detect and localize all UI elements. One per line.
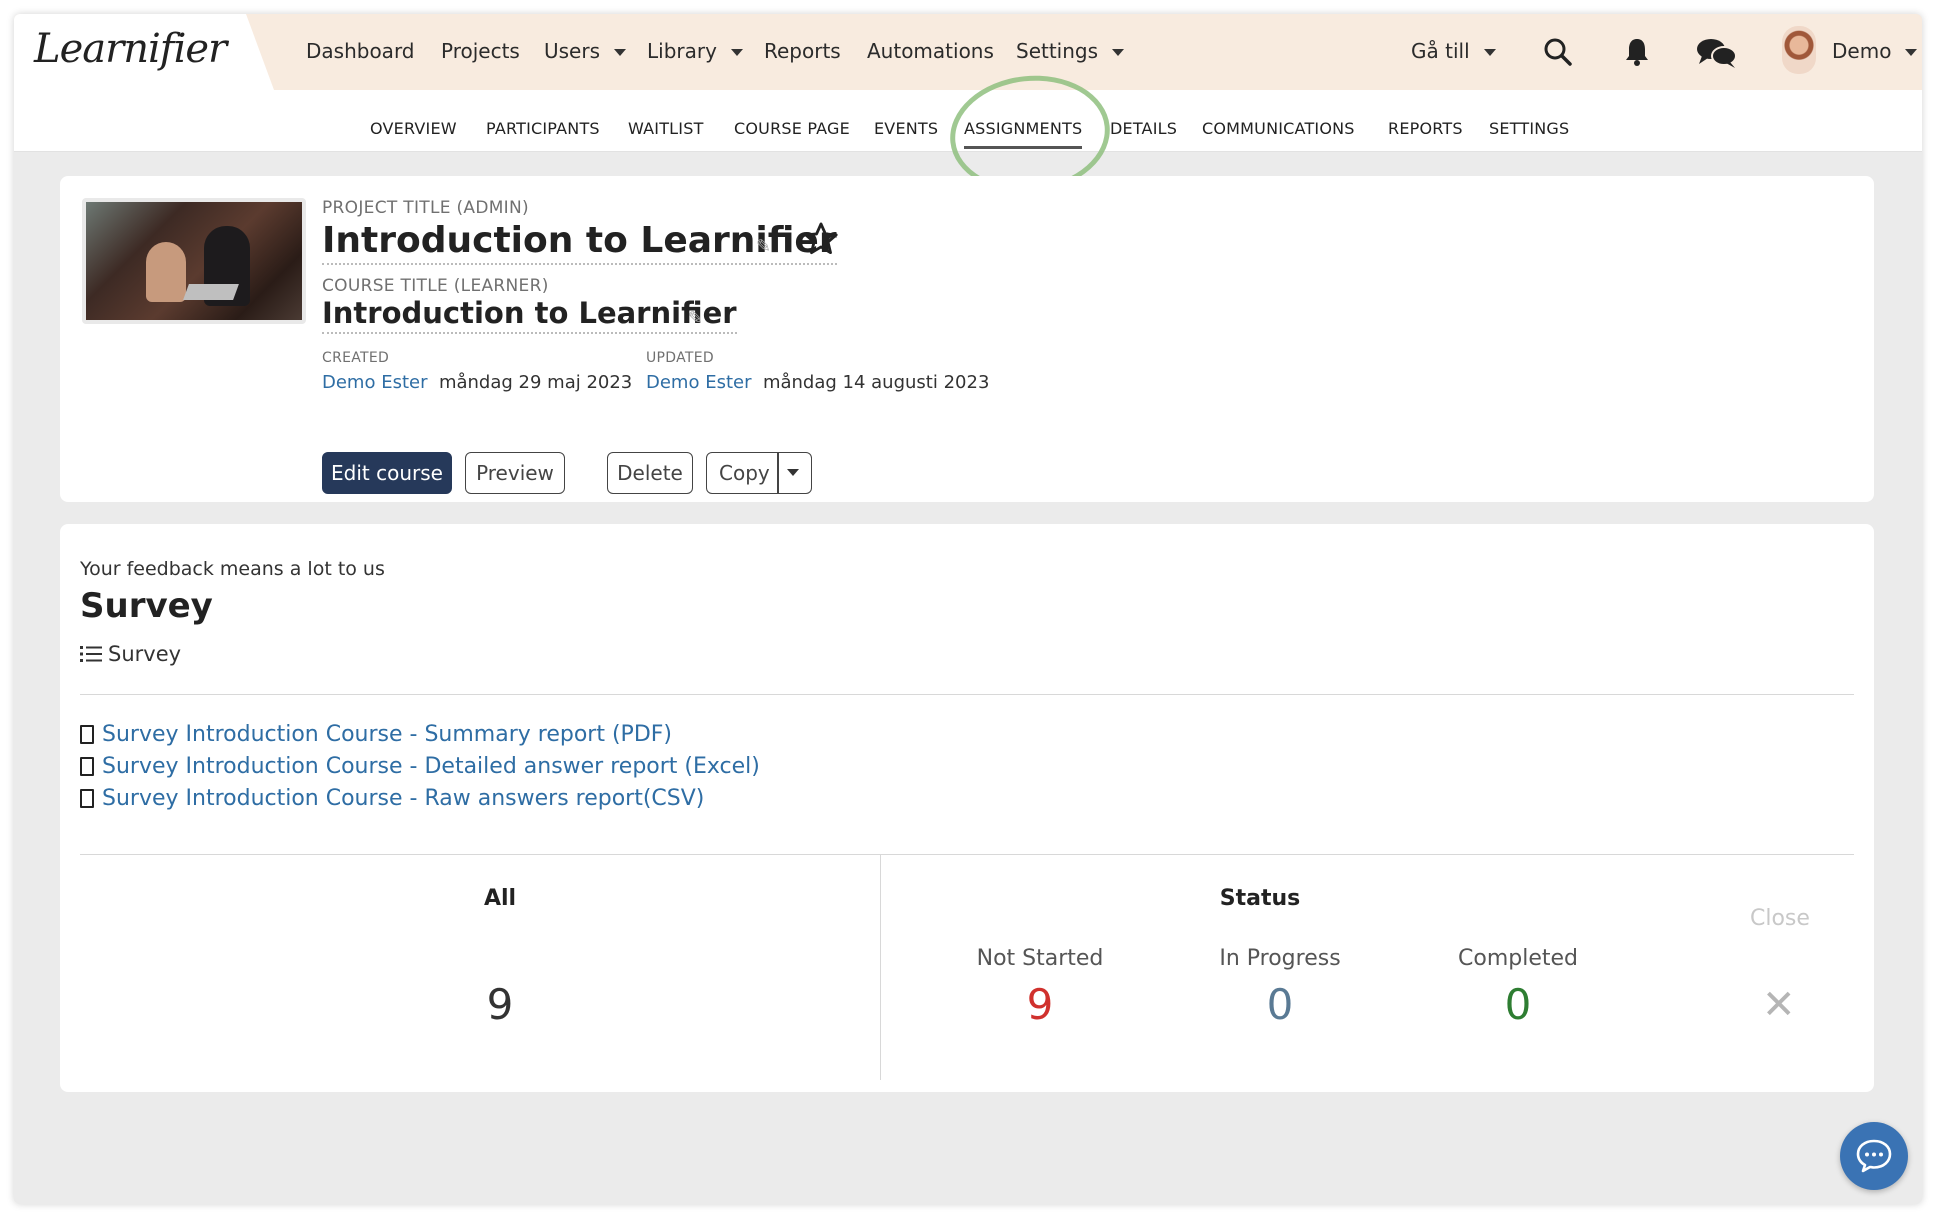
tab-participants[interactable]: PARTICIPANTS [486,119,600,138]
in-progress-count[interactable]: 0 [1220,980,1340,1029]
close-label: Close [1750,906,1810,931]
app-window: Learnifier Dashboard Projects Users Libr… [14,14,1922,1204]
chevron-down-icon [1483,48,1496,56]
created-by-link[interactable]: Demo Ester [322,372,428,393]
list-icon [80,646,102,662]
updated-by-link[interactable]: Demo Ester [646,372,752,393]
tab-details[interactable]: DETAILS [1110,119,1177,138]
nav-projects[interactable]: Projects [441,39,520,63]
nav-settings[interactable]: Settings [1016,39,1125,63]
survey-subtitle: Your feedback means a lot to us [80,558,385,580]
survey-type-label: Survey [108,642,182,666]
completed-count[interactable]: 0 [1458,980,1578,1029]
project-title-label: PROJECT TITLE (ADMIN) [322,198,529,218]
tab-waitlist[interactable]: WAITLIST [628,119,704,138]
chevron-down-icon [730,48,743,56]
course-title[interactable]: Introduction to Learnifier [322,296,737,334]
nav-library[interactable]: Library [647,39,743,63]
tab-communications[interactable]: COMMUNICATIONS [1202,119,1355,138]
preview-button[interactable]: Preview [465,452,565,494]
top-navigation-bar: Learnifier Dashboard Projects Users Libr… [14,14,1922,90]
all-count[interactable]: 9 [440,980,560,1029]
chat-bubble-icon [1856,1139,1892,1173]
survey-type: Survey [80,642,181,666]
created-date: måndag 29 maj 2023 [438,372,633,393]
user-menu[interactable]: Demo [1832,39,1918,63]
logo-area: Learnifier [14,14,274,90]
column-divider [880,854,881,1080]
report-link-csv[interactable]: Survey Introduction Course - Raw answers… [80,786,704,811]
updated-date: måndag 14 augusti 2023 [762,372,990,393]
user-avatar[interactable] [1782,26,1816,74]
report-link-excel[interactable]: Survey Introduction Course - Detailed an… [80,754,760,779]
updated-label: UPDATED [646,350,714,366]
copy-dropdown-caret-icon[interactable] [787,469,799,476]
all-heading: All [483,886,517,911]
bell-icon[interactable] [1622,36,1652,68]
project-header-card: PROJECT TITLE (ADMIN) Introduction to Le… [60,176,1874,502]
tab-events[interactable]: EVENTS [874,119,938,138]
chevron-down-icon [1905,48,1918,56]
edit-course-button[interactable]: Edit course [322,452,452,494]
survey-title: Survey [80,586,213,626]
learnifier-logo[interactable]: Learnifier [34,26,227,72]
delete-button[interactable]: Delete [607,452,693,494]
tab-reports[interactable]: REPORTS [1388,119,1463,138]
edit-pencil-icon[interactable]: ✎ [756,236,771,257]
divider [80,854,1854,855]
divider [80,694,1854,695]
status-heading: Status [1219,886,1301,911]
nav-reports[interactable]: Reports [764,39,841,63]
search-icon[interactable] [1542,36,1574,68]
tab-settings[interactable]: SETTINGS [1489,119,1569,138]
star-favorite-icon[interactable] [802,220,840,258]
course-thumbnail-image[interactable] [82,198,306,324]
edit-pencil-icon[interactable]: ✎ [688,308,703,329]
file-icon [80,789,94,808]
tab-course-page[interactable]: COURSE PAGE [734,119,850,138]
copy-button-group: Copy [706,452,812,494]
nav-dashboard[interactable]: Dashboard [306,39,415,63]
file-icon [80,757,94,776]
not-started-label: Not Started [976,946,1104,971]
chat-support-button[interactable] [1840,1122,1908,1190]
completed-label: Completed [1458,946,1578,971]
nav-users[interactable]: Users [544,39,627,63]
in-progress-label: In Progress [1219,946,1341,971]
survey-card: Your feedback means a lot to us Survey S… [60,524,1874,1092]
chevron-down-icon [614,48,627,56]
close-icon[interactable]: ✕ [1762,982,1796,1028]
created-label: CREATED [322,350,390,366]
chat-bubbles-icon[interactable] [1696,36,1738,70]
file-icon [80,725,94,744]
copy-button[interactable]: Copy [719,461,770,485]
nav-automations[interactable]: Automations [867,39,994,63]
updated-info: Demo Ester måndag 14 augusti 2023 [646,372,989,393]
goto-dropdown[interactable]: Gå till [1411,39,1496,63]
not-started-count[interactable]: 9 [980,980,1100,1029]
course-title-label: COURSE TITLE (LEARNER) [322,276,549,296]
tab-overview[interactable]: OVERVIEW [370,119,457,138]
chevron-down-icon [1112,48,1125,56]
report-link-pdf[interactable]: Survey Introduction Course - Summary rep… [80,722,672,747]
created-info: Demo Ester måndag 29 maj 2023 [322,372,632,393]
